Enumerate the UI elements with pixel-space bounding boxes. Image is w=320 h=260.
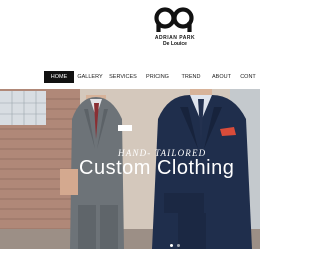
nav-item-trend[interactable]: TREND — [175, 71, 207, 83]
nav-item-contact[interactable]: CONT — [236, 71, 260, 83]
nav-item-services[interactable]: SERVICES — [106, 71, 140, 83]
hero-headline: Custom Clothing — [79, 157, 235, 179]
slide-indicators — [170, 244, 180, 247]
slide-dot-2[interactable] — [177, 244, 180, 247]
main-nav: HOME GALLERY SERVICES PRICING TREND ABOU… — [44, 71, 260, 83]
nav-item-about[interactable]: ABOUT — [207, 71, 236, 83]
nav-item-pricing[interactable]: PRICING — [140, 71, 175, 83]
slide-dot-1[interactable] — [170, 244, 173, 247]
nav-item-gallery[interactable]: GALLERY — [74, 71, 106, 83]
brand-subtitle: De Louice — [163, 41, 187, 47]
site-header: ADRIAN PARK De Louice — [0, 0, 260, 66]
nav-item-home[interactable]: HOME — [44, 71, 74, 83]
ap-monogram-icon[interactable] — [154, 7, 194, 35]
